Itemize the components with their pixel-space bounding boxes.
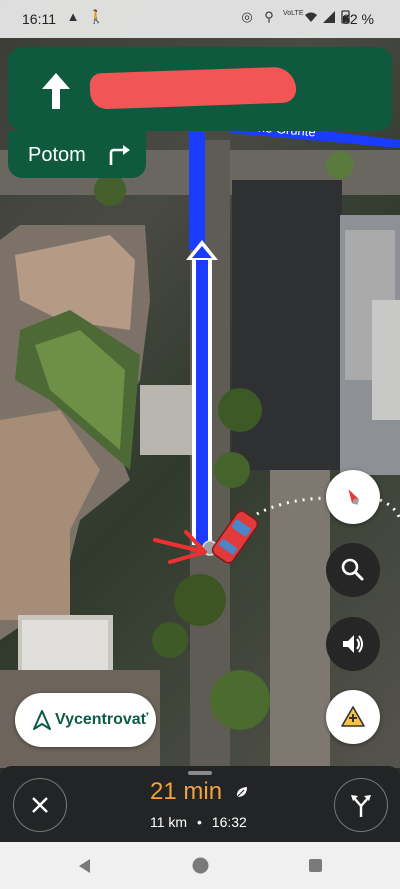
search-button[interactable] bbox=[326, 543, 380, 597]
report-button[interactable] bbox=[326, 690, 380, 744]
sound-button[interactable] bbox=[326, 617, 380, 671]
redaction-scribble bbox=[89, 66, 297, 110]
fork-routes-icon bbox=[351, 795, 371, 817]
recenter-label: Vycentrovať bbox=[55, 711, 149, 728]
signal-icon bbox=[323, 11, 335, 23]
status-bar: 16:11 ▲ 🚶 ◎ ⚲ VoLTE 62 % bbox=[0, 0, 400, 38]
location-pin-icon: ⚲ bbox=[264, 9, 274, 24]
then-maneuver[interactable]: Potom bbox=[8, 131, 146, 178]
straight-arrow-icon bbox=[42, 73, 70, 109]
trip-details: 11 km • 16:32 bbox=[150, 814, 247, 830]
trip-distance: 11 km bbox=[150, 814, 188, 830]
alternate-routes-button[interactable] bbox=[334, 778, 388, 832]
back-icon[interactable] bbox=[78, 858, 92, 874]
separator-dot: • bbox=[196, 814, 202, 830]
eco-leaf-icon bbox=[236, 787, 247, 798]
compass-button[interactable] bbox=[326, 470, 380, 524]
navigation-arrow-icon bbox=[33, 710, 51, 730]
trip-duration: 21 min bbox=[150, 778, 223, 805]
turn-right-icon bbox=[109, 145, 130, 165]
status-time: 16:11 bbox=[22, 11, 56, 27]
battery-percent: 62 % bbox=[342, 11, 374, 27]
then-label: Potom bbox=[28, 144, 86, 166]
compass-icon bbox=[348, 489, 359, 505]
wifi-icon bbox=[305, 12, 317, 22]
add-report-icon bbox=[341, 706, 365, 727]
volume-icon bbox=[343, 635, 363, 653]
location-target-icon: ◎ bbox=[241, 9, 253, 24]
android-navigation-bar bbox=[0, 842, 400, 889]
close-navigation-button[interactable] bbox=[13, 778, 67, 832]
trip-summary-bar[interactable]: 21 min 11 km • 16:32 bbox=[0, 766, 400, 842]
trip-arrival-time: 16:32 bbox=[211, 814, 247, 830]
home-icon[interactable] bbox=[192, 857, 209, 874]
search-icon bbox=[341, 558, 364, 581]
recenter-button[interactable]: Vycentrovať bbox=[15, 693, 156, 747]
close-icon bbox=[32, 797, 48, 813]
volte-icon: VoLTE bbox=[283, 10, 304, 17]
drag-handle[interactable] bbox=[188, 771, 212, 775]
navigation-arrow-icon: ▲ bbox=[66, 9, 80, 24]
recents-icon[interactable] bbox=[308, 858, 323, 873]
walking-icon: 🚶 bbox=[88, 9, 105, 24]
